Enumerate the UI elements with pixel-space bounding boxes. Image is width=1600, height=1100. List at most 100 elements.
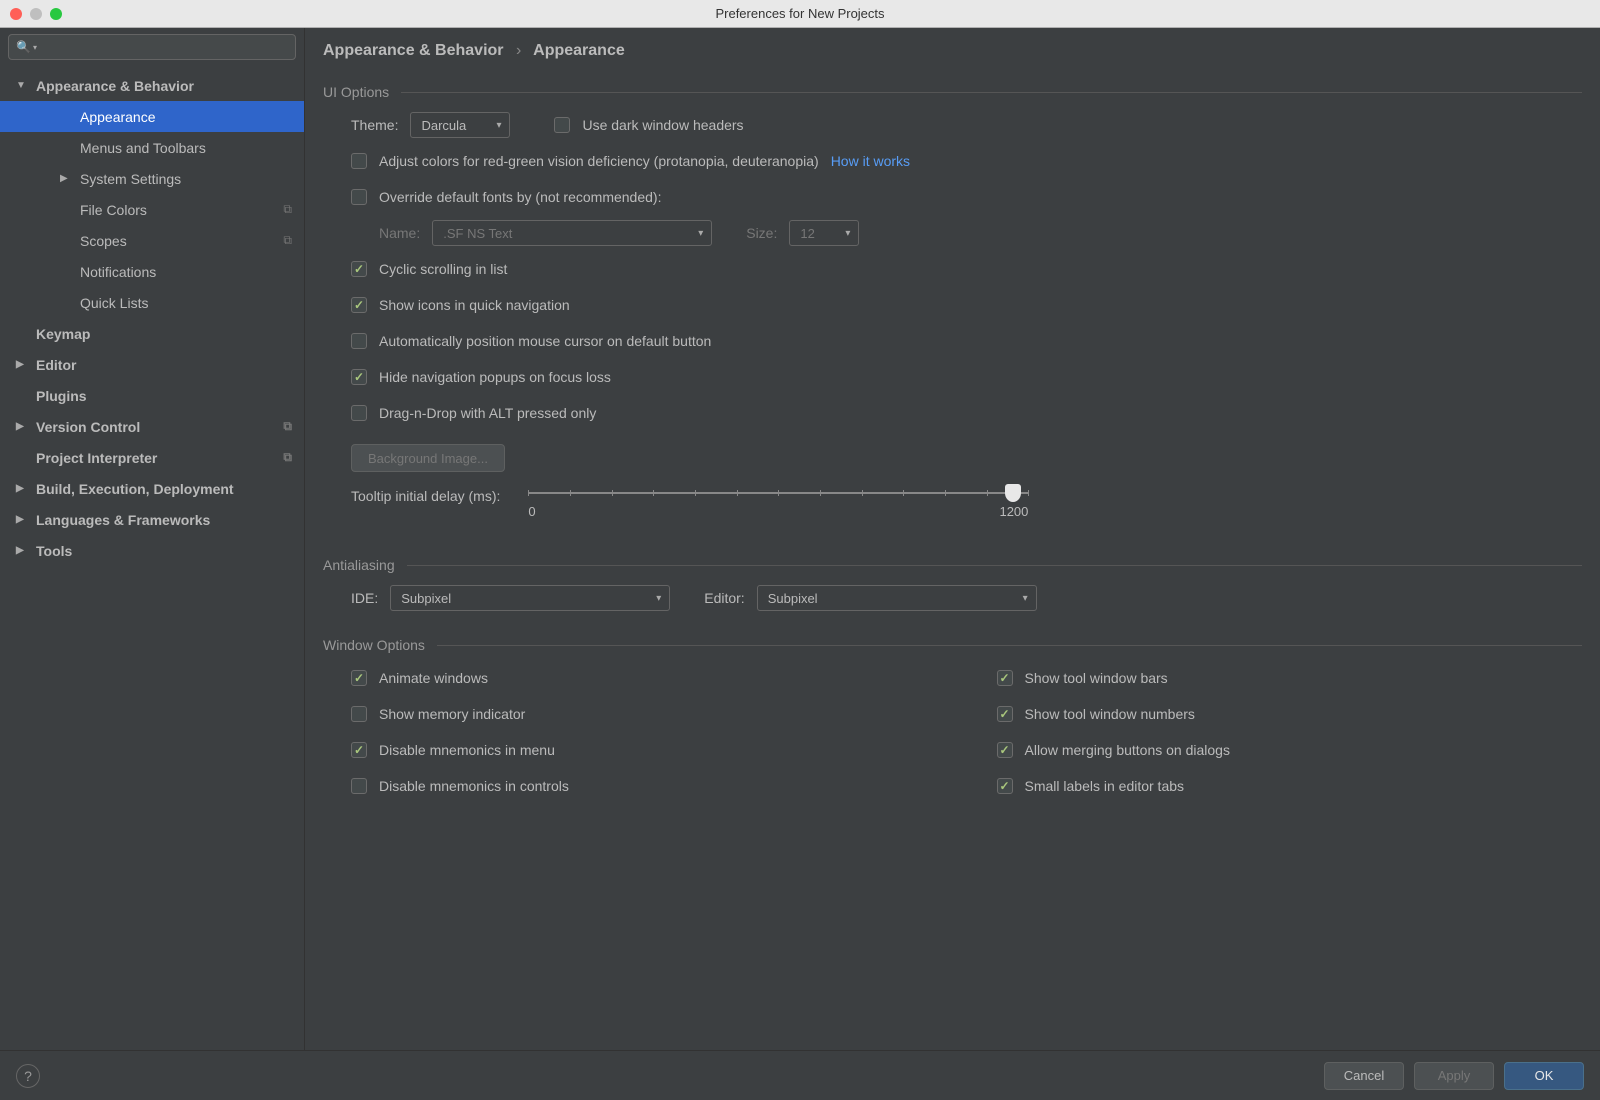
tool-window-bars-checkbox[interactable] (997, 670, 1013, 686)
sidebar-item[interactable]: ▶Languages & Frameworks (0, 504, 304, 535)
search-icon: 🔍 (16, 40, 37, 54)
sidebar-item[interactable]: ▼ Appearance & Behavior (0, 70, 304, 101)
tool-window-bars-label: Show tool window bars (1025, 670, 1168, 686)
font-size-label: Size: (746, 225, 777, 241)
sidebar: 🔍 ▼ Appearance & Behavior Appearance Menus … (0, 28, 305, 1050)
sidebar-item[interactable]: ▶Editor (0, 349, 304, 380)
project-scope-icon: ⧉ (283, 233, 292, 248)
theme-select[interactable]: Darcula (410, 112, 510, 138)
dnd-alt-checkbox[interactable] (351, 405, 367, 421)
tree-arrow-icon: ▶ (16, 359, 30, 370)
preferences-tree: ▼ Appearance & Behavior Appearance Menus an… (0, 66, 304, 1050)
tree-arrow-icon: ▶ (16, 421, 30, 432)
font-size-select[interactable]: 12 (789, 220, 859, 246)
sidebar-item[interactable]: ▶Build, Execution, Deployment (0, 473, 304, 504)
tool-window-numbers-label: Show tool window numbers (1025, 706, 1195, 722)
close-window-button[interactable] (10, 8, 22, 20)
sidebar-item-label: Appearance (80, 109, 156, 125)
adjust-colors-checkbox[interactable] (351, 153, 367, 169)
theme-label: Theme: (351, 117, 398, 133)
background-image-button[interactable]: Background Image... (351, 444, 505, 472)
cyclic-scroll-label: Cyclic scrolling in list (379, 261, 507, 277)
breadcrumb: Appearance & Behavior › Appearance (323, 28, 1582, 78)
override-fonts-checkbox[interactable] (351, 189, 367, 205)
sidebar-item-label: Languages & Frameworks (36, 512, 210, 528)
disable-control-mnemonics-checkbox[interactable] (351, 778, 367, 794)
sidebar-item[interactable]: Keymap (0, 318, 304, 349)
sidebar-item-label: Tools (36, 543, 72, 559)
sidebar-item[interactable]: Notifications (0, 256, 304, 287)
slider-min: 0 (528, 504, 535, 519)
dark-headers-label: Use dark window headers (582, 117, 743, 133)
font-name-select[interactable]: .SF NS Text (432, 220, 712, 246)
sidebar-item[interactable]: ▶ Version Control ⧉ (0, 411, 304, 442)
titlebar: Preferences for New Projects (0, 0, 1600, 28)
help-button[interactable]: ? (16, 1064, 40, 1088)
sidebar-item-label: File Colors (80, 202, 147, 218)
main-panel: Appearance & Behavior › Appearance UI Op… (305, 28, 1600, 1050)
ok-button[interactable]: OK (1504, 1062, 1584, 1090)
sidebar-item[interactable]: Quick Lists (0, 287, 304, 318)
tooltip-delay-label: Tooltip initial delay (ms): (351, 484, 500, 504)
tool-window-numbers-checkbox[interactable] (997, 706, 1013, 722)
project-scope-icon: ⧉ (283, 202, 292, 217)
minimize-window-button[interactable] (30, 8, 42, 20)
sidebar-item-label: Plugins (36, 388, 87, 404)
memory-indicator-checkbox[interactable] (351, 706, 367, 722)
sidebar-item-label: Notifications (80, 264, 156, 280)
sidebar-item[interactable]: Project Interpreter ⧉ (0, 442, 304, 473)
sidebar-item[interactable]: File Colors ⧉ (0, 194, 304, 225)
tree-arrow-icon: ▼ (16, 80, 30, 91)
sidebar-item[interactable]: Menus and Toolbars (0, 132, 304, 163)
search-input[interactable] (8, 34, 296, 60)
tree-arrow-icon: ▶ (60, 173, 74, 184)
breadcrumb-separator: › (516, 42, 521, 59)
breadcrumb-root: Appearance & Behavior (323, 42, 504, 59)
adjust-colors-label: Adjust colors for red-green vision defic… (379, 153, 819, 169)
sidebar-item[interactable]: Scopes⧉ (0, 225, 304, 256)
merge-buttons-label: Allow merging buttons on dialogs (1025, 742, 1230, 758)
sidebar-item-label: Project Interpreter (36, 450, 157, 466)
animate-windows-checkbox[interactable] (351, 670, 367, 686)
sidebar-item[interactable]: Appearance (0, 101, 304, 132)
sidebar-item[interactable]: ▶ Tools (0, 535, 304, 566)
how-it-works-link[interactable]: How it works (831, 153, 910, 169)
window-title: Preferences for New Projects (715, 6, 884, 21)
animate-windows-label: Animate windows (379, 670, 488, 686)
disable-menu-mnemonics-label: Disable mnemonics in menu (379, 742, 555, 758)
merge-buttons-checkbox[interactable] (997, 742, 1013, 758)
auto-mouse-checkbox[interactable] (351, 333, 367, 349)
apply-button[interactable]: Apply (1414, 1062, 1494, 1090)
sidebar-item-label: Appearance & Behavior (36, 78, 194, 94)
tooltip-delay-slider[interactable]: 0 1200 (528, 484, 1028, 519)
dnd-alt-label: Drag-n-Drop with ALT pressed only (379, 405, 596, 421)
zoom-window-button[interactable] (50, 8, 62, 20)
disable-menu-mnemonics-checkbox[interactable] (351, 742, 367, 758)
sidebar-item-label: Version Control (36, 419, 140, 435)
small-labels-checkbox[interactable] (997, 778, 1013, 794)
cancel-button[interactable]: Cancel (1324, 1062, 1404, 1090)
cyclic-scroll-checkbox[interactable] (351, 261, 367, 277)
slider-max: 1200 (999, 504, 1028, 519)
footer: ? Cancel Apply OK (0, 1050, 1600, 1100)
project-scope-icon: ⧉ (283, 419, 292, 434)
dark-headers-checkbox[interactable] (554, 117, 570, 133)
aa-ide-select[interactable]: Subpixel (390, 585, 670, 611)
sidebar-item[interactable]: Plugins (0, 380, 304, 411)
aa-ide-label: IDE: (351, 590, 378, 606)
font-name-label: Name: (379, 225, 420, 241)
sidebar-item-label: System Settings (80, 171, 181, 187)
breadcrumb-leaf: Appearance (533, 42, 625, 59)
quick-nav-icons-label: Show icons in quick navigation (379, 297, 570, 313)
section-window-options: Window Options (323, 631, 1582, 657)
hide-popups-label: Hide navigation popups on focus loss (379, 369, 611, 385)
project-scope-icon: ⧉ (283, 450, 292, 465)
tree-arrow-icon: ▶ (16, 483, 30, 494)
small-labels-label: Small labels in editor tabs (1025, 778, 1185, 794)
aa-editor-select[interactable]: Subpixel (757, 585, 1037, 611)
tree-arrow-icon: ▶ (16, 545, 30, 556)
sidebar-item[interactable]: ▶ System Settings (0, 163, 304, 194)
hide-popups-checkbox[interactable] (351, 369, 367, 385)
quick-nav-icons-checkbox[interactable] (351, 297, 367, 313)
sidebar-item-label: Keymap (36, 326, 90, 342)
